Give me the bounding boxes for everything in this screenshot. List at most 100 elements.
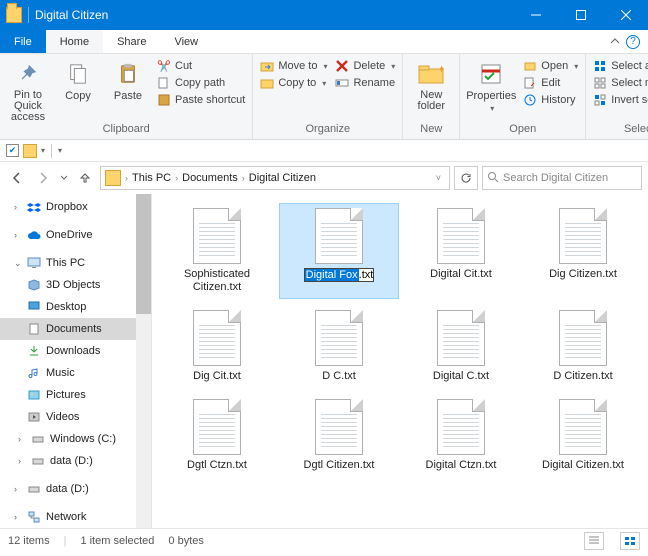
nav-downloads[interactable]: Downloads xyxy=(0,340,151,362)
text-file-icon xyxy=(193,310,241,366)
status-count: 12 items xyxy=(8,535,50,547)
paste-label: Paste xyxy=(114,90,142,102)
invert-selection-button[interactable]: Invert selection xyxy=(590,92,648,108)
text-file-icon xyxy=(559,310,607,366)
nav-pictures[interactable]: Pictures xyxy=(0,384,151,406)
documents-icon xyxy=(26,321,42,337)
rename-button[interactable]: Rename xyxy=(332,75,398,91)
scrollbar-thumb[interactable] xyxy=(136,194,151,314)
ribbon-group-organize: Move to▾ Copy to▾ Delete▾ Rename Organiz… xyxy=(253,54,403,139)
back-button[interactable] xyxy=(6,167,28,189)
nav-documents[interactable]: Documents xyxy=(0,318,151,340)
ribbon-group-new: ✦ New folder New xyxy=(403,54,460,139)
scissors-icon: ✂️ xyxy=(157,59,171,73)
nav-network[interactable]: ›Network xyxy=(0,506,151,528)
nav-videos[interactable]: Videos xyxy=(0,406,151,428)
properties-button[interactable]: Properties▾ xyxy=(464,56,518,113)
copy-button[interactable]: Copy xyxy=(54,56,102,102)
paste-shortcut-button[interactable]: Paste shortcut xyxy=(154,92,248,108)
nav-data-d1[interactable]: ›data (D:) xyxy=(0,450,151,472)
help-button[interactable]: ? xyxy=(626,35,640,49)
checkbox-icon[interactable]: ✔ xyxy=(6,144,19,157)
file-item[interactable]: Dgtl Ctzn.txt xyxy=(158,395,276,476)
divider xyxy=(28,7,29,23)
pasteshortcut-icon xyxy=(157,93,171,107)
chevron-down-icon[interactable]: ˅ xyxy=(430,173,447,183)
delete-button[interactable]: Delete▾ xyxy=(332,58,398,74)
edit-button[interactable]: Edit xyxy=(520,75,581,91)
file-item[interactable]: D Citizen.txt xyxy=(524,306,642,387)
folder-icon[interactable] xyxy=(23,144,37,158)
crumb-documents[interactable]: Documents xyxy=(180,172,240,184)
group-label-select: Select xyxy=(590,123,648,137)
file-label: Digital Ctzn.txt xyxy=(426,459,497,472)
tab-share[interactable]: Share xyxy=(103,30,160,53)
close-button[interactable] xyxy=(603,0,648,30)
tab-file[interactable]: File xyxy=(0,30,46,53)
nav-data-d2[interactable]: ›data (D:) xyxy=(0,478,151,500)
nav-windows-c[interactable]: ›Windows (C:) xyxy=(0,428,151,450)
file-pane[interactable]: Sophisticated Citizen.txt Digital Fox.txt… xyxy=(152,194,648,528)
history-button[interactable]: History xyxy=(520,92,581,108)
text-file-icon xyxy=(193,208,241,264)
file-item[interactable]: Dgtl Citizen.txt xyxy=(280,395,398,476)
new-folder-button[interactable]: ✦ New folder xyxy=(407,56,455,112)
select-all-button[interactable]: Select all xyxy=(590,58,648,74)
forward-button[interactable] xyxy=(32,167,54,189)
svg-text:✦: ✦ xyxy=(437,64,444,76)
file-item[interactable]: Dig Cit.txt xyxy=(158,306,276,387)
nav-onedrive[interactable]: ›OneDrive xyxy=(0,224,151,246)
nav-3d-objects[interactable]: 3D Objects xyxy=(0,274,151,296)
drive-icon xyxy=(26,481,42,497)
up-button[interactable] xyxy=(74,167,96,189)
crumb-current[interactable]: Digital Citizen xyxy=(247,172,318,184)
file-item[interactable]: Digital Cit.txt xyxy=(402,204,520,298)
move-to-button[interactable]: Move to▾ xyxy=(257,58,330,74)
file-item[interactable]: Digital Ctzn.txt xyxy=(402,395,520,476)
file-item[interactable]: D C.txt xyxy=(280,306,398,387)
rename-input[interactable]: Digital Fox.txt xyxy=(304,268,375,282)
maximize-button[interactable] xyxy=(558,0,603,30)
view-details-button[interactable] xyxy=(584,532,604,550)
file-label: Dig Cit.txt xyxy=(193,370,241,383)
copy-path-button[interactable]: Copy path xyxy=(154,75,248,91)
copy-to-button[interactable]: Copy to▾ xyxy=(257,75,330,91)
nav-music[interactable]: Music xyxy=(0,362,151,384)
paste-button[interactable]: Paste xyxy=(104,56,152,102)
file-label: D Citizen.txt xyxy=(553,370,612,383)
nav-this-pc[interactable]: ⌄This PC xyxy=(0,252,151,274)
search-placeholder: Search Digital Citizen xyxy=(503,172,608,184)
ribbon-group-open: Properties▾ Open▾ Edit History Open xyxy=(460,54,586,139)
crumb-this-pc[interactable]: This PC xyxy=(130,172,173,184)
file-item[interactable]: Dig Citizen.txt xyxy=(524,204,642,298)
collapse-ribbon-icon[interactable] xyxy=(610,30,620,53)
tab-view[interactable]: View xyxy=(160,30,212,53)
file-label: D C.txt xyxy=(322,370,356,383)
properties-icon xyxy=(477,60,505,88)
nav-dropbox[interactable]: ›Dropbox xyxy=(0,196,151,218)
file-label: Dgtl Citizen.txt xyxy=(304,459,375,472)
minimize-button[interactable] xyxy=(513,0,558,30)
group-label-new: New xyxy=(407,123,455,137)
pin-quick-access-button[interactable]: Pin to Quick access xyxy=(4,56,52,123)
menubar: File Home Share View ? xyxy=(0,30,648,54)
view-icons-button[interactable] xyxy=(620,532,640,550)
group-label-clipboard: Clipboard xyxy=(4,123,248,137)
file-item[interactable]: Digital Citizen.txt xyxy=(524,395,642,476)
file-item[interactable]: Sophisticated Citizen.txt xyxy=(158,204,276,298)
nav-desktop[interactable]: Desktop xyxy=(0,296,151,318)
drive-icon xyxy=(30,453,46,469)
tab-home[interactable]: Home xyxy=(46,30,103,53)
address-bar[interactable]: › This PC › Documents › Digital Citizen … xyxy=(100,166,450,190)
status-size: 0 bytes xyxy=(168,535,203,547)
select-none-button[interactable]: Select none xyxy=(590,75,648,91)
open-button[interactable]: Open▾ xyxy=(520,58,581,74)
text-file-icon xyxy=(559,208,607,264)
file-item[interactable]: Digital C.txt xyxy=(402,306,520,387)
cut-button[interactable]: ✂️Cut xyxy=(154,58,248,74)
refresh-button[interactable] xyxy=(454,166,478,190)
file-item[interactable]: Digital Fox.txt xyxy=(280,204,398,298)
file-label: Digital Cit.txt xyxy=(430,268,492,281)
recent-dropdown[interactable] xyxy=(58,167,70,189)
search-input[interactable]: Search Digital Citizen xyxy=(482,166,642,190)
